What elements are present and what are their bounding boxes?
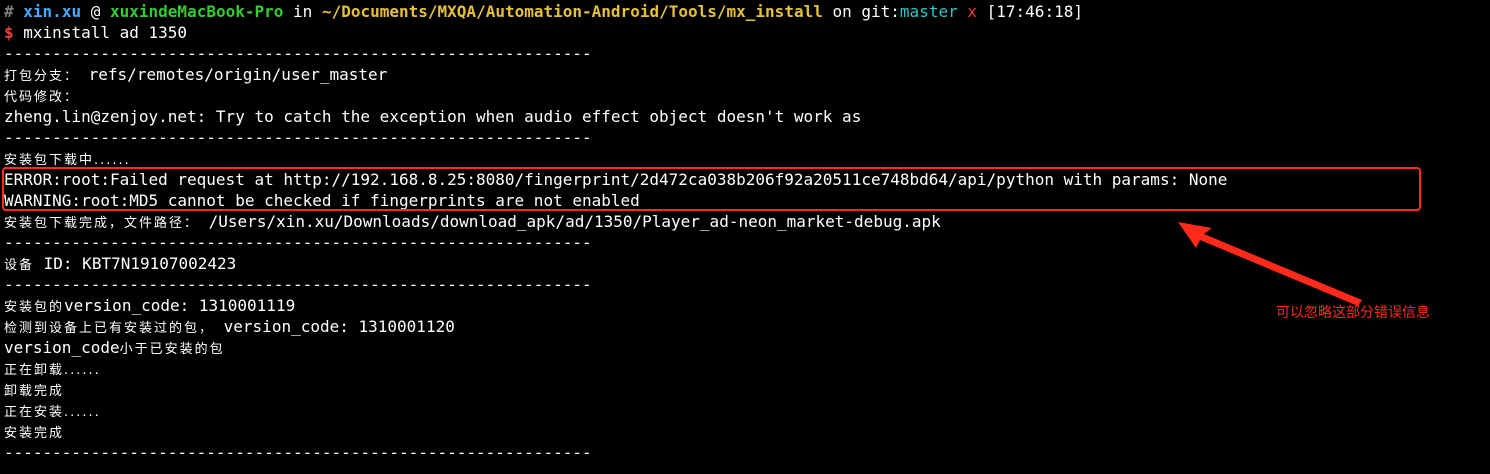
error-highlight-box — [2, 167, 1421, 211]
installing-text: 正在安装...... — [4, 405, 101, 420]
changes-label: 代码修改： — [4, 90, 80, 105]
separator-line: ----------------------------------------… — [4, 128, 592, 147]
download-done-label: 安装包下载完成，文件路径： — [4, 216, 200, 231]
prompt-at: @ — [90, 2, 101, 21]
branch-line: 打包分支： refs/remotes/origin/user_master — [4, 64, 1490, 85]
downloading-text: 安装包下载中...... — [4, 153, 131, 168]
device-label: 设备 — [4, 258, 35, 273]
compare-prefix: version_code — [4, 338, 120, 357]
pkg-version-value: version_code: 1310001119 — [64, 296, 296, 315]
annotation-arrow-icon — [1178, 222, 1362, 306]
prompt-git-label: git: — [861, 2, 900, 21]
prompt-line: # xin.xu @ xuxindeMacBook-Pro in ~/Docum… — [4, 1, 1490, 22]
installing-line: 正在安装...... — [4, 400, 1490, 421]
prompt-symbol: $ — [4, 23, 14, 42]
commit-message-line: zheng.lin@zenjoy.net: Try to catch the e… — [4, 107, 862, 126]
terminal-window[interactable]: # xin.xu @ xuxindeMacBook-Pro in ~/Docum… — [0, 0, 1490, 474]
command-text: mxinstall ad 1350 — [23, 23, 188, 42]
annotation-note: 可以忽略这部分错误信息 — [1276, 305, 1430, 321]
compare-line: version_code小于已安装的包 — [4, 337, 1490, 358]
install-done-line: 安装完成 — [4, 421, 1490, 442]
branch-label: 打包分支： — [4, 69, 80, 84]
uninstalling-line: 正在卸载...... — [4, 358, 1490, 379]
prompt-on: on — [832, 2, 852, 21]
detected-value: version_code: 1310001120 — [214, 317, 455, 336]
downloading-line: 安装包下载中...... — [4, 148, 1490, 169]
uninstall-done-line: 卸载完成 — [4, 379, 1490, 400]
uninstalling-text: 正在卸载...... — [4, 363, 101, 378]
install-done-text: 安装完成 — [4, 426, 65, 441]
changes-line: 代码修改： — [4, 85, 1490, 106]
prompt-dirty-marker: x — [967, 2, 977, 21]
prompt-time: [17:46:18] — [986, 2, 1083, 21]
prompt-branch: master — [899, 2, 958, 21]
uninstall-done-text: 卸载完成 — [4, 384, 65, 399]
compare-suffix: 小于已安装的包 — [119, 342, 225, 357]
separator-line: ----------------------------------------… — [4, 44, 592, 63]
branch-value: refs/remotes/origin/user_master — [79, 65, 388, 84]
pkg-version-label: 安装包的 — [4, 300, 65, 315]
separator-line: ----------------------------------------… — [4, 443, 592, 462]
prompt-hash: # — [4, 2, 14, 21]
prompt-path: ~/Documents/MXQA/Automation-Android/Tool… — [321, 2, 823, 21]
detected-line: 检测到设备上已有安装过的包， version_code: 1310001120 — [4, 316, 1490, 337]
prompt-host: xuxindeMacBook-Pro — [110, 2, 284, 21]
prompt-in: in — [293, 2, 313, 21]
prompt-user: xin.xu — [23, 2, 82, 21]
detected-label: 检测到设备上已有安装过的包， — [4, 321, 215, 336]
device-id: ID: KBT7N19107002423 — [34, 254, 237, 273]
command-line[interactable]: $ mxinstall ad 1350 — [4, 22, 1490, 43]
download-done-path: /Users/xin.xu/Downloads/download_apk/ad/… — [199, 212, 941, 231]
